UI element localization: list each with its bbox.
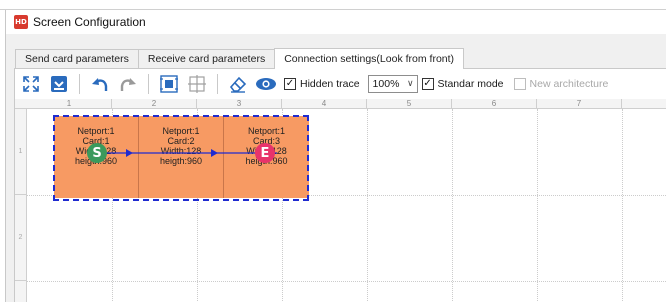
tab-strip: Send card parameters Receive card parame… (15, 48, 465, 69)
row-ruler-label: 1 (15, 109, 26, 195)
column-ruler-label: 5 (367, 99, 452, 109)
column-ruler-label: 3 (197, 99, 282, 109)
screen-configuration-window: HD Screen Configuration Send card parame… (5, 10, 666, 302)
zoom-select[interactable]: 100% ∨ (367, 75, 418, 93)
app-logo-icon: HD (14, 15, 28, 29)
toolbar: ✓ Hidden trace 100% ∨ ✓ Standar mode New… (15, 69, 666, 99)
hidden-trace-check[interactable]: ✓ (284, 78, 296, 90)
connection-grid: 1 2 3 4 5 6 7 1 2 Netport:1 Card:1 Netpo… (15, 99, 666, 302)
title-bar: HD Screen Configuration (6, 10, 666, 34)
eraser-icon[interactable] (226, 72, 250, 96)
tab-send-card-parameters[interactable]: Send card parameters (15, 49, 139, 68)
select-screen-icon[interactable] (157, 72, 181, 96)
row-ruler-label: 2 (15, 195, 26, 281)
new-architecture-label: New architecture (529, 78, 609, 90)
trace-end-marker[interactable]: E (255, 143, 275, 163)
hidden-trace-checkbox[interactable]: ✓ Hidden trace (284, 78, 360, 90)
main-panel: Send card parameters Receive card parame… (6, 34, 666, 302)
expand-icon[interactable] (19, 72, 43, 96)
eye-icon[interactable] (254, 72, 278, 96)
hidden-trace-label: Hidden trace (300, 78, 360, 90)
toolbar-separator (217, 74, 218, 94)
new-architecture-checkbox[interactable]: New architecture (513, 78, 609, 90)
new-architecture-check[interactable] (513, 78, 526, 90)
column-ruler-label: 4 (282, 99, 367, 109)
toolbar-separator (148, 74, 149, 94)
desktop-strip (0, 0, 666, 10)
zoom-value: 100% (372, 78, 400, 90)
toolbar-separator (79, 74, 80, 94)
standard-mode-checkbox[interactable]: ✓ Standar mode (421, 78, 504, 90)
column-ruler-label: 6 (452, 99, 537, 109)
save-icon[interactable] (47, 72, 71, 96)
split-icon[interactable] (185, 72, 209, 96)
chevron-down-icon: ∨ (406, 79, 414, 89)
window-title: Screen Configuration (33, 15, 146, 29)
trace-start-marker[interactable]: S (87, 143, 107, 163)
standard-mode-label: Standar mode (437, 78, 504, 90)
standard-mode-check[interactable]: ✓ (421, 78, 434, 90)
layout-canvas[interactable]: Netport:1 Card:1 Width:128 heigth:960 Ne… (27, 109, 666, 302)
column-ruler: 1 2 3 4 5 6 7 (15, 99, 666, 109)
tab-receive-card-parameters[interactable]: Receive card parameters (137, 49, 276, 68)
row-ruler: 1 2 (15, 109, 27, 302)
redo-icon[interactable] (116, 72, 140, 96)
tab-connection-settings[interactable]: Connection settings(Look from front) (274, 48, 465, 69)
column-ruler-label: 1 (27, 99, 112, 109)
column-ruler-label: 2 (112, 99, 197, 109)
connection-settings-page: ✓ Hidden trace 100% ∨ ✓ Standar mode New… (14, 68, 666, 302)
undo-icon[interactable] (88, 72, 112, 96)
column-ruler-label: 7 (537, 99, 622, 109)
